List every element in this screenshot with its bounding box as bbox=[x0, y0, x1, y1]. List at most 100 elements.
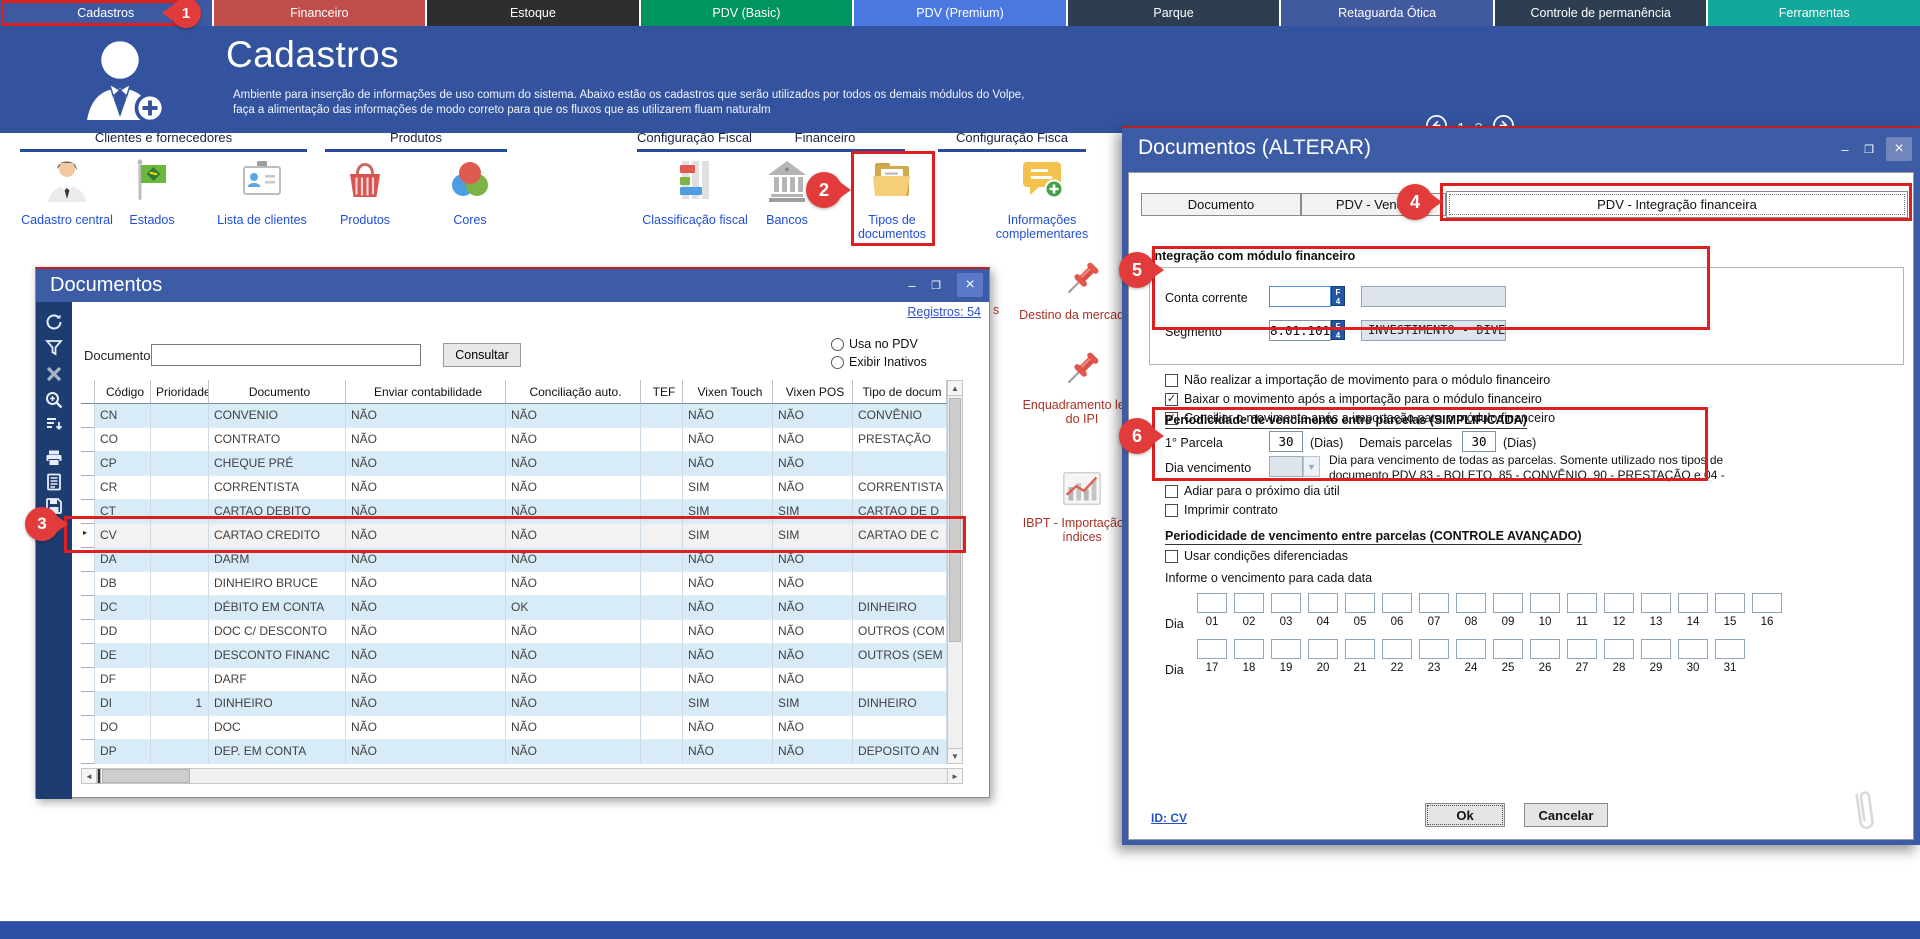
day-input-21[interactable] bbox=[1345, 639, 1375, 659]
day-input-12[interactable] bbox=[1604, 593, 1634, 613]
module-tab-8[interactable]: Controle de permanência bbox=[1495, 0, 1707, 26]
close-icon[interactable]: × bbox=[957, 273, 983, 297]
table-cell[interactable]: CARTAO DEBITO bbox=[209, 500, 346, 524]
documentos-titlebar[interactable]: Documentos – ❒ × bbox=[36, 269, 989, 302]
table-cell[interactable]: CARTAO CREDITO bbox=[209, 524, 346, 548]
category-item-tipos-de-documentos[interactable]: Tipos de documentos bbox=[846, 156, 938, 241]
table-cell[interactable]: DINHEIRO bbox=[853, 692, 947, 716]
table-cell[interactable]: NÃO bbox=[773, 716, 853, 740]
table-cell[interactable]: NÃO bbox=[346, 716, 506, 740]
table-cell[interactable] bbox=[151, 404, 209, 428]
table-cell[interactable]: DC bbox=[95, 596, 151, 620]
category-item-produtos[interactable]: Produtos bbox=[309, 156, 421, 227]
day-input-05[interactable] bbox=[1345, 593, 1375, 613]
day-input-30[interactable] bbox=[1678, 639, 1708, 659]
import-1-checkbox[interactable] bbox=[1165, 374, 1178, 387]
table-cell[interactable] bbox=[151, 740, 209, 764]
table-cell[interactable]: SIM bbox=[773, 500, 853, 524]
day-input-26[interactable] bbox=[1530, 639, 1560, 659]
day-input-20[interactable] bbox=[1308, 639, 1338, 659]
table-cell[interactable]: NÃO bbox=[506, 692, 641, 716]
table-cell[interactable]: DEPOSITO AN bbox=[853, 740, 947, 764]
table-cell[interactable]: NÃO bbox=[773, 452, 853, 476]
module-tab-9[interactable]: Ferramentas bbox=[1708, 0, 1920, 26]
table-cell[interactable] bbox=[641, 476, 683, 500]
table-cell[interactable]: NÃO bbox=[683, 548, 773, 572]
table-cell[interactable]: CARTAO DE D bbox=[853, 500, 947, 524]
table-cell[interactable]: DÉBITO EM CONTA bbox=[209, 596, 346, 620]
table-cell[interactable] bbox=[151, 620, 209, 644]
day-input-17[interactable] bbox=[1197, 639, 1227, 659]
table-cell[interactable]: SIM bbox=[683, 476, 773, 500]
table-cell[interactable] bbox=[641, 428, 683, 452]
day-input-06[interactable] bbox=[1382, 593, 1412, 613]
table-cell[interactable]: NÃO bbox=[506, 548, 641, 572]
table-cell[interactable] bbox=[151, 476, 209, 500]
ok-button[interactable]: Ok bbox=[1425, 803, 1505, 827]
conta-corrente-input[interactable] bbox=[1269, 286, 1331, 307]
table-cell[interactable]: NÃO bbox=[346, 572, 506, 596]
day-input-13[interactable] bbox=[1641, 593, 1671, 613]
table-cell[interactable]: 1 bbox=[151, 692, 209, 716]
table-cell[interactable] bbox=[641, 644, 683, 668]
column-header-TEF[interactable]: TEF bbox=[641, 380, 683, 404]
table-cell[interactable] bbox=[853, 452, 947, 476]
table-cell[interactable]: NÃO bbox=[346, 620, 506, 644]
table-cell[interactable]: SIM bbox=[683, 500, 773, 524]
table-cell[interactable]: CT bbox=[95, 500, 151, 524]
table-cell[interactable]: DD bbox=[95, 620, 151, 644]
table-cell[interactable]: NÃO bbox=[683, 716, 773, 740]
table-cell[interactable]: NÃO bbox=[773, 404, 853, 428]
table-cell[interactable]: NÃO bbox=[506, 428, 641, 452]
table-cell[interactable]: DINHEIRO bbox=[853, 596, 947, 620]
column-header-Documento[interactable]: Documento bbox=[209, 380, 346, 404]
table-cell[interactable]: NÃO bbox=[506, 668, 641, 692]
minimize-icon[interactable]: – bbox=[1834, 138, 1856, 160]
zoom-icon[interactable] bbox=[44, 390, 64, 410]
table-cell[interactable] bbox=[853, 668, 947, 692]
print-icon[interactable] bbox=[44, 448, 64, 468]
table-cell[interactable] bbox=[151, 524, 209, 548]
table-cell[interactable]: NÃO bbox=[683, 644, 773, 668]
consultar-button[interactable]: Consultar bbox=[443, 343, 521, 367]
table-cell[interactable]: NÃO bbox=[506, 572, 641, 596]
category-item-cores[interactable]: Cores bbox=[414, 156, 526, 227]
table-cell[interactable]: NÃO bbox=[683, 668, 773, 692]
table-cell[interactable]: NÃO bbox=[683, 428, 773, 452]
table-cell[interactable]: NÃO bbox=[773, 476, 853, 500]
table-cell[interactable]: DOC bbox=[209, 716, 346, 740]
horizontal-scrollbar[interactable] bbox=[81, 768, 963, 784]
table-cell[interactable]: SIM bbox=[773, 692, 853, 716]
table-cell[interactable] bbox=[641, 716, 683, 740]
day-input-08[interactable] bbox=[1456, 593, 1486, 613]
day-input-29[interactable] bbox=[1641, 639, 1671, 659]
day-input-25[interactable] bbox=[1493, 639, 1523, 659]
table-cell[interactable]: CARTAO DE C bbox=[853, 524, 947, 548]
radio-usa-no-pdv[interactable]: Usa no PDV bbox=[831, 337, 918, 351]
segmento-input[interactable] bbox=[1269, 320, 1331, 341]
table-cell[interactable]: NÃO bbox=[773, 572, 853, 596]
table-cell[interactable] bbox=[151, 668, 209, 692]
day-input-18[interactable] bbox=[1234, 639, 1264, 659]
table-cell[interactable]: NÃO bbox=[773, 668, 853, 692]
table-cell[interactable] bbox=[641, 668, 683, 692]
module-tab-5[interactable]: PDV (Premium) bbox=[854, 0, 1066, 26]
table-cell[interactable] bbox=[641, 620, 683, 644]
table-cell[interactable]: NÃO bbox=[506, 524, 641, 548]
table-cell[interactable]: NÃO bbox=[346, 668, 506, 692]
segmento-f4-button[interactable]: F4 bbox=[1331, 320, 1345, 340]
day-input-31[interactable] bbox=[1715, 639, 1745, 659]
day-input-15[interactable] bbox=[1715, 593, 1745, 613]
table-cell[interactable]: NÃO bbox=[346, 404, 506, 428]
table-cell[interactable]: NÃO bbox=[346, 428, 506, 452]
table-cell[interactable]: NÃO bbox=[346, 740, 506, 764]
category-item-lista-de-clientes[interactable]: Lista de clientes bbox=[206, 156, 318, 227]
table-cell[interactable] bbox=[641, 500, 683, 524]
table-cell[interactable]: DINHEIRO BRUCE bbox=[209, 572, 346, 596]
table-cell[interactable]: CONVENIO bbox=[209, 404, 346, 428]
table-cell[interactable]: NÃO bbox=[506, 500, 641, 524]
table-cell[interactable]: SIM bbox=[773, 524, 853, 548]
table-cell[interactable]: NÃO bbox=[773, 596, 853, 620]
record-id-link[interactable]: ID: CV bbox=[1151, 811, 1187, 825]
day-input-24[interactable] bbox=[1456, 639, 1486, 659]
